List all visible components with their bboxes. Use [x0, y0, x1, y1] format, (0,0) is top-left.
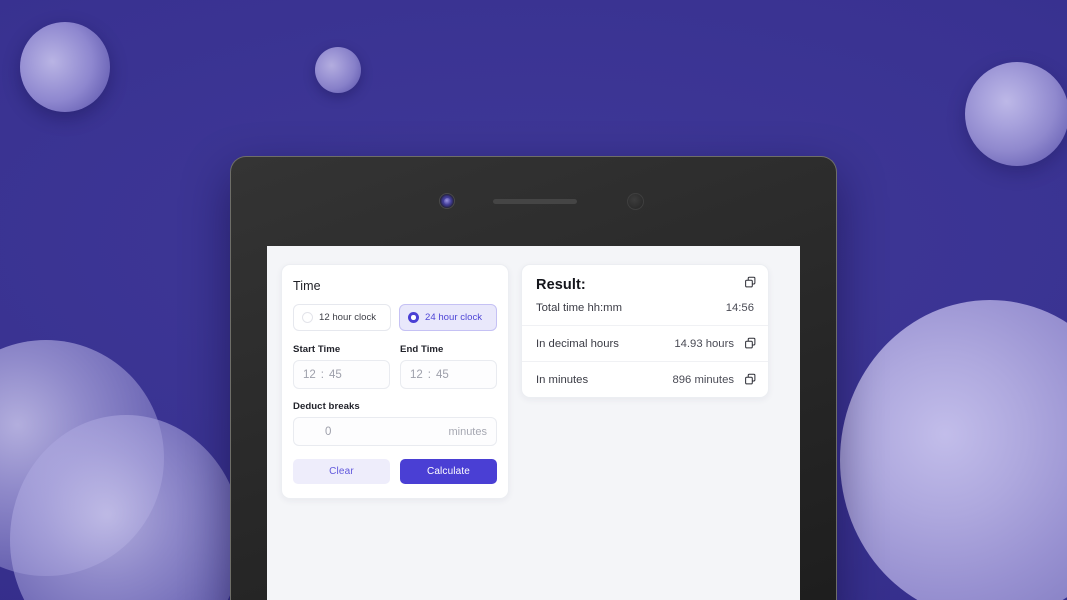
result-card: Result: Total time hh:mm 14:56 In decima… — [521, 264, 769, 398]
result-value-total-time: 14:56 — [725, 302, 754, 314]
deduct-breaks-label: Deduct breaks — [293, 401, 360, 412]
start-time-minutes[interactable]: 45 — [329, 369, 342, 381]
clock-format-radio-group: 12 hour clock 24 hour clock — [293, 304, 497, 331]
time-inputs-row: Start Time 12 : 45 End Time 12 : 45 — [293, 344, 497, 389]
end-time-separator: : — [427, 368, 431, 381]
start-time-label: Start Time — [293, 344, 341, 355]
proximity-sensor-icon — [627, 193, 644, 210]
calculate-button[interactable]: Calculate — [400, 459, 497, 484]
result-label-minutes: In minutes — [536, 374, 589, 386]
deduct-breaks-unit: minutes — [448, 425, 487, 438]
copy-icon-minutes[interactable] — [744, 373, 757, 386]
speaker-grille-icon — [493, 199, 577, 204]
start-time-separator: : — [320, 368, 324, 381]
clear-button[interactable]: Clear — [293, 459, 390, 484]
radio-option-12-hour-clock[interactable]: 12 hour clock — [293, 304, 391, 331]
radio-dot-selected-icon — [408, 312, 419, 323]
start-time-group: Start Time 12 : 45 — [293, 344, 390, 389]
end-time-label: End Time — [400, 344, 444, 355]
time-form-card: Time 12 hour clock 24 hour clock Start T… — [281, 264, 509, 499]
radio-dot-icon — [302, 312, 313, 323]
end-time-group: End Time 12 : 45 — [400, 344, 497, 389]
radio-option-24-hour-clock[interactable]: 24 hour clock — [399, 304, 497, 331]
decorative-sphere-top-right — [965, 62, 1067, 166]
result-block-minutes: In minutes 896 minutes — [522, 361, 768, 397]
end-time-hours[interactable]: 12 — [410, 369, 423, 381]
deduct-breaks-value[interactable]: 0 — [303, 426, 331, 438]
decorative-sphere-bottom-right — [840, 300, 1067, 600]
copy-icon-decimal-hours[interactable] — [744, 337, 757, 350]
end-time-input[interactable]: 12 : 45 — [400, 360, 497, 389]
result-row-decimal-hours: In decimal hours 14.93 hours — [536, 338, 754, 350]
result-label-decimal-hours: In decimal hours — [536, 338, 619, 350]
result-block-total-time: Result: Total time hh:mm 14:56 — [522, 265, 768, 325]
end-time-minutes[interactable]: 45 — [436, 369, 449, 381]
decorative-sphere-top-left — [20, 22, 110, 112]
tablet-top-bezel — [231, 157, 836, 246]
result-row-total-time: Total time hh:mm 14:56 — [536, 302, 754, 314]
copy-icon-total-time[interactable] — [744, 276, 757, 289]
result-value-minutes: 896 minutes — [672, 374, 734, 386]
start-time-input[interactable]: 12 : 45 — [293, 360, 390, 389]
start-time-hours[interactable]: 12 — [303, 369, 316, 381]
result-value-decimal-hours: 14.93 hours — [674, 338, 734, 350]
result-label-total-time: Total time hh:mm — [536, 302, 623, 314]
form-actions: Clear Calculate — [293, 459, 497, 484]
result-title: Result: — [536, 277, 586, 293]
tablet-device-frame: Time 12 hour clock 24 hour clock Start T… — [230, 156, 837, 600]
tablet-screen: Time 12 hour clock 24 hour clock Start T… — [267, 246, 800, 600]
radio-label-24-hour-clock: 24 hour clock — [425, 312, 483, 323]
radio-label-12-hour-clock: 12 hour clock — [319, 312, 377, 323]
result-block-decimal-hours: In decimal hours 14.93 hours — [522, 325, 768, 361]
result-row-minutes: In minutes 896 minutes — [536, 374, 754, 386]
camera-lens-icon — [439, 193, 455, 209]
deduct-breaks-input[interactable]: 0 minutes — [293, 417, 497, 446]
decorative-sphere-top-center — [315, 47, 361, 93]
form-section-title: Time — [293, 279, 321, 293]
app-content: Time 12 hour clock 24 hour clock Start T… — [267, 246, 800, 517]
